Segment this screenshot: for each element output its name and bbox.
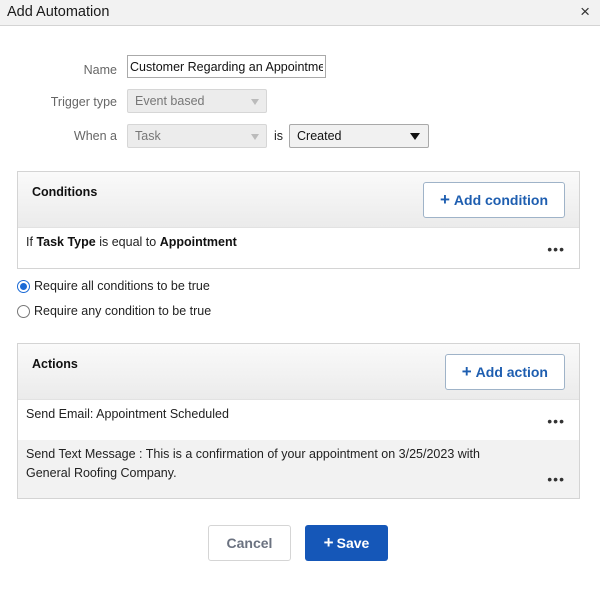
chevron-down-icon <box>251 134 259 140</box>
more-options-icon[interactable]: ••• <box>547 412 565 431</box>
object-value: Task <box>135 129 161 143</box>
action-row: Send Text Message : This is a confirmati… <box>18 440 579 498</box>
action-row: Send Email: Appointment Scheduled ••• <box>18 400 579 440</box>
radio-selected-icon[interactable] <box>17 279 30 293</box>
require-all-label: Require all conditions to be true <box>34 279 210 293</box>
when-label: When a <box>73 129 117 143</box>
add-action-button[interactable]: + Add action <box>444 354 565 390</box>
condition-field: Task Type <box>36 235 96 249</box>
event-state-select[interactable]: Created <box>289 124 429 148</box>
require-all-option[interactable]: Require all conditions to be true <box>17 279 210 293</box>
is-label: is <box>274 129 284 143</box>
conditions-title: Conditions <box>32 185 98 199</box>
condition-operator: is equal to <box>99 235 157 249</box>
add-condition-label: Add condition <box>453 192 548 208</box>
actions-title: Actions <box>32 357 78 371</box>
save-label: Save <box>336 535 370 551</box>
add-action-label: Add action <box>475 364 548 380</box>
save-button[interactable]: + Save <box>305 525 388 561</box>
action-text: Send Text Message : This is a confirmati… <box>26 447 480 480</box>
cancel-button[interactable]: Cancel <box>208 525 291 561</box>
require-any-label: Require any condition to be true <box>34 304 212 318</box>
name-label: Name <box>83 63 117 77</box>
condition-value: Appointment <box>159 235 237 249</box>
more-options-icon[interactable]: ••• <box>547 240 565 259</box>
require-any-option[interactable]: Require any condition to be true <box>17 304 211 318</box>
plus-icon: + <box>461 362 472 381</box>
plus-icon: + <box>439 190 450 209</box>
trigger-type-value: Event based <box>135 94 205 108</box>
condition-prefix: If <box>26 235 33 249</box>
actions-panel: Actions + Add action Send Email: Appointm… <box>17 343 580 499</box>
actions-header: Actions + Add action <box>18 344 579 400</box>
plus-icon: + <box>323 533 334 552</box>
close-icon[interactable]: × <box>580 3 590 21</box>
condition-row: If Task Type is equal to Appointment ••• <box>18 228 579 268</box>
dialog-title: Add Automation <box>7 4 110 20</box>
name-input[interactable] <box>127 55 326 78</box>
action-text: Send Email: Appointment Scheduled <box>26 407 229 421</box>
object-select: Task <box>127 124 267 148</box>
radio-unselected-icon[interactable] <box>17 304 30 318</box>
conditions-header: Conditions + Add condition <box>18 172 579 228</box>
chevron-down-icon <box>251 99 259 105</box>
chevron-down-icon <box>410 133 420 140</box>
trigger-type-label: Trigger type <box>50 95 117 109</box>
conditions-panel: Conditions + Add condition If Task Type i… <box>17 171 580 269</box>
add-condition-button[interactable]: + Add condition <box>422 182 565 218</box>
dialog-titlebar: Add Automation × <box>0 0 600 26</box>
trigger-type-select: Event based <box>127 89 267 113</box>
more-options-icon[interactable]: ••• <box>547 470 565 489</box>
event-state-value: Created <box>297 129 342 143</box>
